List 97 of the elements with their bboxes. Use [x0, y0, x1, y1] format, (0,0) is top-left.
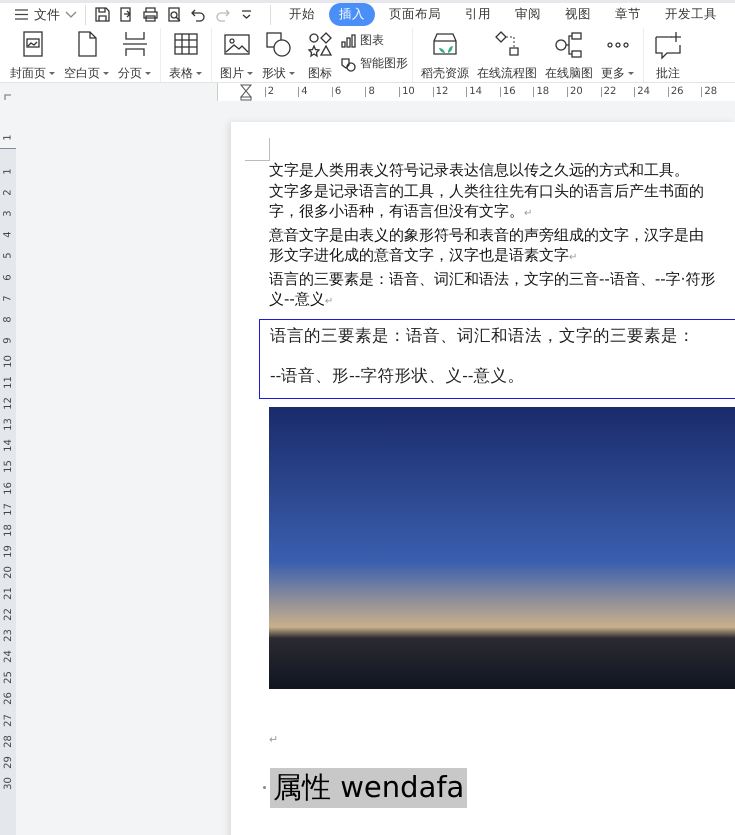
text-line: 意音文字是由表义的象形符号和表音的声旁组成的文字，汉字是由 — [269, 224, 705, 245]
ruler-number: 1 — [2, 134, 14, 141]
ribbon-button[interactable]: 分页 — [114, 29, 156, 82]
text-line: 语言的三要素是：语音、词汇和语法，文字的三音--语音、--字·符形 — [269, 268, 716, 289]
ribbon-button[interactable]: 形状 — [258, 29, 300, 82]
ruler-number: 5 — [2, 252, 14, 260]
ruler-number: 15 — [2, 460, 14, 474]
ruler-number: 6 — [2, 274, 14, 280]
caret-icon — [144, 71, 152, 76]
ruler-number: 29 — [2, 756, 14, 769]
ribbon-button[interactable]: 图标 — [300, 29, 340, 82]
tab-stop-icon — [4, 94, 12, 101]
ruler-number: 2 — [2, 190, 14, 196]
ruler-number: 8 — [365, 87, 400, 97]
ribbon-tab[interactable]: 引用 — [455, 3, 501, 26]
caret-icon — [627, 71, 635, 76]
ruler-number: 17 — [2, 502, 14, 516]
menu-icon — [14, 7, 29, 22]
bullet-dot — [263, 786, 266, 789]
ruler-number: 11 — [2, 376, 14, 389]
print-preview-icon — [166, 6, 183, 23]
text-box[interactable]: 语言的三要素是：语音、词汇和语法，文字的三要素是： --语音、形--字符形状、义--意义。 — [259, 318, 735, 398]
ruler-number: 10 — [399, 87, 433, 97]
ruler-number: 20 — [567, 87, 601, 97]
ruler-number: 3 — [2, 210, 14, 218]
chevron-down-icon — [65, 10, 77, 18]
ruler-number: 24 — [2, 650, 14, 664]
ruler-number: 18 — [2, 524, 14, 537]
ruler-number: 8 — [2, 316, 14, 322]
text-line: 文字多是记录语言的工具，人类往往先有口头的语言后产生书面的 — [269, 180, 705, 201]
ruler-number: 27 — [2, 714, 14, 726]
ribbon-button[interactable]: 智能图形 — [340, 55, 408, 72]
ribbon-button[interactable]: 批注 — [648, 29, 688, 82]
bar-chart-icon — [340, 32, 357, 48]
print-icon — [142, 6, 159, 23]
ribbon-button[interactable]: 表格 — [165, 29, 207, 82]
ruler-number: 23 — [2, 629, 14, 642]
ribbon-button[interactable]: 稻壳资源 — [417, 29, 473, 82]
ribbon-tab[interactable]: 章节 — [605, 3, 651, 26]
ribbon-tab[interactable]: 开始 — [279, 3, 325, 26]
ruler-number: 9 — [2, 337, 14, 344]
save-icon — [94, 6, 111, 23]
ribbon-button[interactable]: 在线流程图 — [473, 29, 541, 82]
ruler-number: 12 — [2, 397, 14, 410]
text-line: 语言的三要素是：语音、词汇和语法，文字的三要素是： — [270, 324, 696, 346]
caret-icon — [195, 71, 203, 76]
ruler-number: 28 — [701, 87, 735, 97]
ruler-number: 4 — [298, 87, 332, 97]
ruler-number: 30 — [2, 777, 14, 790]
ruler-number: 13 — [2, 418, 14, 432]
ruler-number: 6 — [332, 87, 366, 97]
file-menu[interactable]: 文件 — [14, 6, 77, 24]
smart-graphic-icon — [340, 56, 357, 72]
caret-icon — [246, 71, 254, 76]
ruler-number: 14 — [2, 440, 14, 452]
ribbon-button[interactable]: 图片 — [216, 29, 258, 82]
text-line: 文字是人类用表义符号记录表达信息以传之久远的方式和工具。 — [269, 160, 690, 180]
ruler-number: 20 — [2, 566, 14, 579]
text-line: 字，很多小语种，有语言但没有文字。↵ — [269, 201, 534, 222]
caret-icon — [102, 71, 110, 76]
ribbon-tab[interactable]: 页面布局 — [379, 3, 451, 26]
ribbon-button[interactable]: 在线脑图 — [541, 29, 597, 82]
ribbon-button[interactable]: 图表 — [340, 32, 408, 49]
ribbon-button[interactable]: 空白页 — [60, 29, 114, 82]
ruler-number: 14 — [466, 87, 500, 97]
margin-corner-mark — [245, 138, 270, 161]
text-line: --语音、形--字符形状、义--意义。 — [270, 364, 526, 386]
ruler-number: 7 — [2, 295, 14, 302]
ribbon-button[interactable]: 更多 — [597, 29, 639, 82]
ruler-number: 10 — [2, 355, 14, 368]
caret-icon — [48, 71, 56, 76]
heading-text: 属性 wendafa — [270, 768, 468, 808]
ruler-number: 28 — [2, 734, 14, 748]
ruler-number: 21 — [2, 587, 14, 600]
ruler-number: 18 — [533, 87, 568, 97]
ruler-number: 19 — [2, 544, 14, 558]
ribbon-tab[interactable]: 审阅 — [505, 3, 551, 26]
ruler-number: 22 — [2, 608, 14, 621]
ruler-number: 22 — [600, 87, 634, 97]
ruler-number: 1 — [2, 168, 14, 175]
caret-icon — [288, 71, 296, 76]
ruler-number: 26 — [668, 87, 702, 97]
ruler-number: 12 — [432, 87, 466, 97]
ruler-number: 25 — [2, 672, 14, 684]
ruler-number: 2 — [264, 87, 298, 97]
ribbon-tab[interactable]: 开发工具 — [655, 3, 727, 26]
ruler-number: 26 — [2, 692, 14, 706]
ruler-number: 24 — [634, 87, 668, 97]
more-icon — [606, 42, 630, 48]
ribbon-tab[interactable]: 视图 — [555, 3, 601, 26]
text-line: 形文字进化成的意音文字，汉字也是语素文字↵ — [269, 245, 578, 266]
ribbon-button[interactable]: 封面页 — [6, 29, 60, 82]
ruler-number: 16 — [500, 87, 534, 97]
text-line: 义--意义↵ — [269, 289, 334, 310]
ruler-number: 16 — [2, 482, 14, 494]
ruler-number: 4 — [2, 232, 14, 238]
paragraph-mark: ↵ — [269, 732, 280, 746]
